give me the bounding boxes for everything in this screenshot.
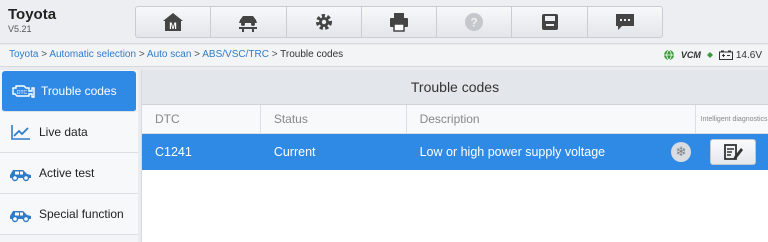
sidebar-item-label: Live data: [39, 125, 88, 139]
page-title: Trouble codes: [142, 70, 768, 105]
dtc-code: C1241: [155, 145, 192, 159]
sidebar-item-label: Trouble codes: [41, 84, 117, 98]
home-icon: M: [163, 13, 184, 31]
sidebar: DTC Trouble codes Live data Active test …: [0, 70, 138, 242]
intelligent-diagnostics-button[interactable]: [710, 139, 757, 165]
svg-text:M: M: [169, 21, 177, 31]
svg-text:?: ?: [471, 16, 478, 30]
dtc-description: Low or high power supply voltage: [419, 145, 606, 159]
status-area: VCM 14.6V: [663, 49, 762, 61]
home-button[interactable]: M: [135, 6, 212, 38]
vehicle-lift-icon: [239, 16, 258, 32]
printer-icon: [389, 13, 408, 32]
save-icon: [541, 14, 558, 30]
app-title: Toyota: [8, 6, 57, 23]
battery-icon: [718, 50, 733, 60]
car-icon: [10, 170, 31, 182]
message-button[interactable]: [587, 6, 663, 38]
sidebar-item-live-data[interactable]: Live data: [0, 112, 138, 153]
breadcrumb: Toyota > Automatic selection > Auto scan…: [9, 49, 343, 60]
car-icon: [10, 211, 31, 223]
breadcrumb-separator: >: [41, 49, 48, 60]
sidebar-item-active-test[interactable]: Active test: [0, 153, 138, 194]
engine-dtc-icon: DTC: [12, 85, 35, 98]
breadcrumb-item-auto-scan[interactable]: Auto scan: [147, 49, 191, 60]
save-button[interactable]: [512, 6, 588, 38]
print-button[interactable]: [361, 6, 438, 38]
svg-text:DTC: DTC: [17, 90, 28, 96]
toolbar: M ?: [135, 6, 663, 38]
gear-icon: [315, 14, 332, 30]
vcm-connected-icon: [706, 52, 713, 58]
message-icon: [615, 14, 634, 30]
breadcrumb-item-abs-vsc-trc[interactable]: ABS/VSC/TRC: [202, 49, 269, 60]
network-icon: [663, 49, 674, 61]
dtc-status: Current: [273, 145, 316, 159]
top-bar: Toyota V5.21 M ?: [0, 0, 768, 44]
column-header-dtc: DTC: [142, 105, 261, 133]
sidebar-item-trouble-codes[interactable]: DTC Trouble codes: [2, 71, 136, 112]
chart-line-icon: [11, 125, 30, 140]
breadcrumb-separator: >: [138, 49, 145, 60]
voltage-value: 14.6V: [735, 49, 762, 61]
breadcrumb-separator: >: [194, 49, 201, 60]
column-header-description: Description: [407, 105, 697, 133]
intelligent-diagnostics-cell: [696, 134, 768, 170]
table-header: DTC Status Description Intelligent diagn…: [142, 105, 768, 134]
main-panel: Trouble codes DTC Status Description Int…: [141, 70, 768, 242]
column-header-status: Status: [261, 105, 407, 133]
sidebar-item-label: Active test: [39, 166, 95, 180]
table-row[interactable]: C1241 Current Low or high power supply v…: [142, 134, 768, 170]
app-version: V5.21: [8, 24, 32, 34]
dtc-description-cell: Low or high power supply voltage ❄: [407, 134, 697, 170]
breadcrumb-item-automatic-selection[interactable]: Automatic selection: [49, 49, 136, 60]
breadcrumb-bar: Toyota > Automatic selection > Auto scan…: [0, 45, 768, 67]
column-header-intelligent-diagnostics: Intelligent diagnostics: [700, 115, 768, 123]
help-icon: ?: [465, 13, 484, 31]
brand: Toyota V5.21: [8, 6, 56, 35]
sidebar-item-label: Special function: [39, 207, 124, 221]
settings-button[interactable]: [286, 6, 362, 38]
vehicle-button[interactable]: [211, 6, 287, 38]
breadcrumb-separator: >: [271, 49, 278, 60]
help-button[interactable]: ?: [437, 6, 513, 38]
breadcrumb-item-toyota[interactable]: Toyota: [9, 49, 38, 60]
report-edit-icon: [724, 144, 744, 160]
battery-voltage: 14.6V: [718, 49, 762, 61]
breadcrumb-item-trouble-codes: Trouble codes: [280, 49, 344, 60]
sidebar-item-special-function[interactable]: Special function: [0, 194, 138, 235]
snowflake-icon: ❄: [675, 144, 687, 159]
freeze-frame-button[interactable]: ❄: [671, 142, 692, 162]
vcm-status: VCM: [680, 50, 701, 60]
